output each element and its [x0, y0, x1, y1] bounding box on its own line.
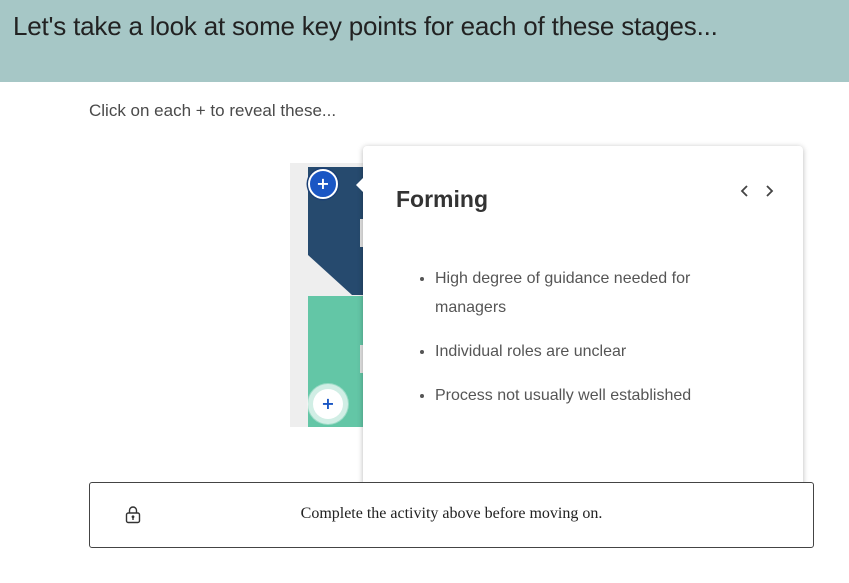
list-item: High degree of guidance needed for manag…: [435, 264, 765, 322]
popover-title: Forming: [396, 186, 488, 212]
lock-message: Complete the activity above before movin…: [300, 505, 603, 522]
header-banner: Let's take a look at some key points for…: [0, 0, 849, 82]
page-title: Let's take a look at some key points for…: [13, 11, 718, 41]
key-points-list: High degree of guidance needed for manag…: [415, 264, 765, 425]
popover-pointer: [356, 178, 363, 192]
previous-button[interactable]: [735, 181, 755, 201]
labeled-graphic: [290, 163, 364, 427]
chevron-right-icon: [766, 185, 774, 197]
instructions-text: Click on each + to reveal these...: [89, 101, 337, 120]
hotspot-marker-storming[interactable]: +: [313, 389, 343, 419]
list-item: Individual roles are unclear: [435, 337, 765, 366]
list-item: Process not usually well established: [435, 381, 765, 410]
hotspot-popover: Forming High degree of guidance needed f…: [356, 146, 803, 487]
page: Let's take a look at some key points for…: [0, 0, 849, 583]
hotspot-marker-forming[interactable]: +: [308, 169, 338, 199]
continue-lock-bar: Complete the activity above before movin…: [89, 482, 814, 548]
stages-graphic: [308, 167, 364, 427]
next-button[interactable]: [759, 181, 779, 201]
chevron-left-icon: [740, 185, 748, 197]
